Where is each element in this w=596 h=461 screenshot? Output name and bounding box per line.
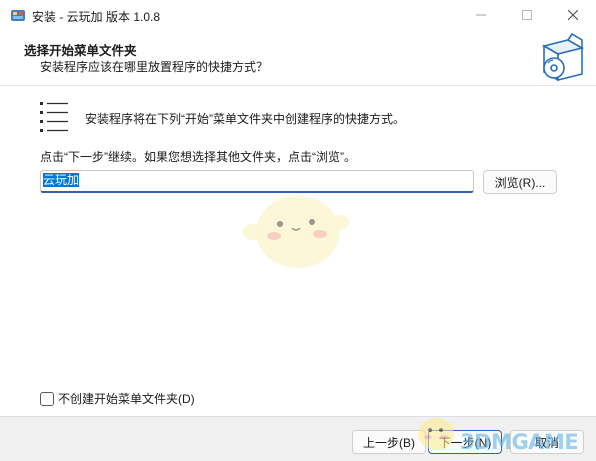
maximize-icon xyxy=(522,10,532,20)
folder-input-value: 云玩加 xyxy=(43,173,80,187)
minimize-icon xyxy=(476,14,486,16)
no-start-menu-option[interactable]: 不创建开始菜单文件夹(D) xyxy=(40,390,195,407)
software-box-cd-icon xyxy=(541,32,585,82)
window-title: 安装 - 云玩加 版本 1.0.8 xyxy=(32,10,161,24)
start-menu-list-icon xyxy=(40,102,68,132)
maximize-button[interactable] xyxy=(504,0,550,30)
folder-description: 安装程序将在下列“开始”菜单文件夹中创建程序的快捷方式。 xyxy=(85,112,405,126)
page-subtitle: 安装程序应该在哪里放置程序的快捷方式？ xyxy=(40,60,269,74)
minimize-button[interactable] xyxy=(458,0,504,30)
wizard-content: 安装程序将在下列“开始”菜单文件夹中创建程序的快捷方式。 点击“下一步”继续。如… xyxy=(0,86,596,416)
page-title: 选择开始菜单文件夹 xyxy=(24,44,137,58)
no-start-menu-checkbox[interactable] xyxy=(40,391,54,406)
close-button[interactable] xyxy=(550,0,596,30)
title-bar: 安装 - 云玩加 版本 1.0.8 xyxy=(0,0,596,30)
no-start-menu-label: 不创建开始菜单文件夹(D) xyxy=(58,392,195,406)
watermark-text: 3DMGAME xyxy=(460,430,579,454)
wizard-header: 选择开始菜单文件夹 安装程序应该在哪里放置程序的快捷方式？ xyxy=(0,30,596,86)
instruction-hint: 点击“下一步”继续。如果您想选择其他文件夹，点击“浏览”。 xyxy=(40,150,356,164)
mascot-watermark-image xyxy=(242,196,350,268)
close-icon xyxy=(568,10,578,20)
browse-button[interactable]: 浏览(R)... xyxy=(483,170,557,194)
installer-app-icon xyxy=(11,10,25,21)
